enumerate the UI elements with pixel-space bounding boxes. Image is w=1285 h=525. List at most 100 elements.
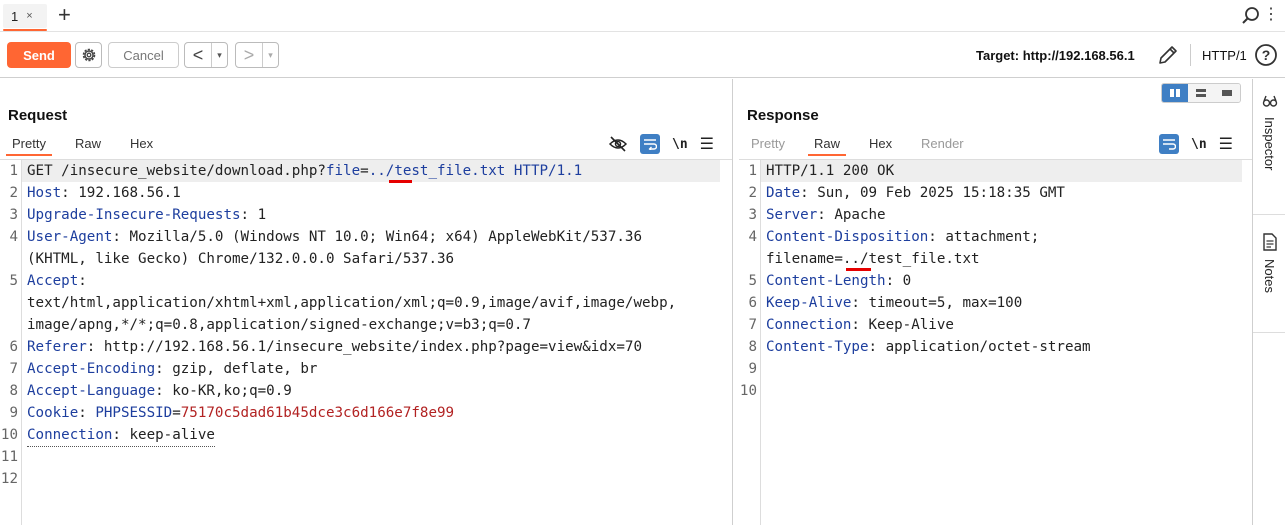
- header-value: : ko-KR,ko;q=0.9: [155, 383, 292, 399]
- tab-hex[interactable]: Hex: [869, 132, 892, 156]
- line-number: 2: [748, 185, 757, 201]
- response-editor[interactable]: 1 2 3 4 5 6 7 8 9 10 HTTP/1.1 200 OK Dat…: [739, 159, 1252, 525]
- header-key: Accept-Encoding: [27, 361, 156, 377]
- notes-tab[interactable]: Notes: [1253, 233, 1285, 293]
- line-number: 5: [748, 273, 757, 289]
- help-icon[interactable]: ?: [1254, 43, 1278, 67]
- tab-strip: 1 × + ⋮: [0, 0, 1285, 32]
- gear-icon: [82, 48, 95, 62]
- header-value: : Keep-Alive: [851, 317, 954, 333]
- header-value: : application/octet-stream: [868, 339, 1091, 355]
- header-value: : 0: [885, 273, 912, 289]
- line-number: 1: [9, 163, 18, 179]
- header-line: Connection: Keep-Alive: [766, 314, 954, 336]
- tab-close-icon[interactable]: ×: [26, 10, 32, 22]
- line-number: 9: [9, 405, 18, 421]
- line-number: 4: [9, 229, 18, 245]
- tab-raw[interactable]: Raw: [807, 132, 847, 156]
- wrap-icon: [1163, 139, 1176, 150]
- header-value: : Apache: [817, 207, 886, 223]
- inspector-rail: Inspector Notes: [1252, 79, 1285, 525]
- line-number: 8: [9, 383, 18, 399]
- header-key: Content-Disposition: [766, 229, 929, 245]
- inspector-tab[interactable]: Inspector: [1253, 93, 1285, 170]
- status-line: HTTP/1.1 200 OK: [766, 163, 895, 179]
- filename-traversal: ../: [842, 251, 869, 267]
- request-editor-tools: \n ☰: [596, 133, 714, 155]
- request-path: /insecure_website/download.php?: [61, 163, 326, 179]
- header-line: Cookie: PHPSESSID=75170c5dad61b45dce3c6d…: [27, 402, 454, 424]
- tab-hex[interactable]: Hex: [130, 132, 153, 156]
- tab-1[interactable]: 1 ×: [3, 4, 47, 31]
- line-number: 12: [0, 471, 18, 487]
- search-icon[interactable]: [1241, 6, 1261, 26]
- send-button[interactable]: Send: [7, 42, 71, 68]
- edit-target-pencil-icon[interactable]: [1156, 43, 1180, 67]
- header-line: Connection: keep-alive: [27, 424, 215, 447]
- header-line: Referer: http://192.168.56.1/insecure_we…: [27, 336, 642, 358]
- word-wrap-toggle[interactable]: [640, 134, 660, 154]
- rail-divider: [1253, 214, 1285, 215]
- word-wrap-toggle[interactable]: [1159, 134, 1179, 154]
- http-version-selector[interactable]: HTTP/1: [1202, 48, 1247, 63]
- rail-divider: [1253, 332, 1285, 333]
- response-pane: Response Pretty Raw Hex Render \n ☰ 1 2 …: [739, 79, 1252, 525]
- query-param-name: file: [325, 163, 361, 179]
- request-pane: Request Pretty Raw Hex \n ☰ 1 2 3 4 5 6 …: [0, 79, 733, 525]
- new-tab-button[interactable]: +: [58, 3, 71, 27]
- tab-render[interactable]: Render: [921, 132, 964, 156]
- tab-menu-icon[interactable]: ⋮: [1263, 4, 1279, 24]
- header-value: : timeout=5, max=100: [851, 295, 1023, 311]
- header-line: Accept-Language: ko-KR,ko;q=0.9: [27, 380, 292, 402]
- show-newlines-toggle[interactable]: \n: [672, 137, 688, 152]
- cookie-name: PHPSESSID: [95, 405, 173, 421]
- back-nav-group: < ▾: [184, 42, 228, 68]
- line-number: 7: [9, 361, 18, 377]
- line-number: 10: [0, 427, 18, 443]
- request-editor[interactable]: 1 2 3 4 5 6 7 8 9 10 11 12 GET /insecure…: [0, 159, 732, 525]
- header-value: : http://192.168.56.1/insecure_website/i…: [86, 339, 643, 355]
- header-key: Server: [766, 207, 818, 223]
- forward-button[interactable]: >: [236, 43, 262, 67]
- forward-dropdown-icon[interactable]: ▾: [262, 43, 278, 67]
- header-line-continuation: text/html,application/xhtml+xml,applicat…: [27, 295, 677, 311]
- hide-eye-icon[interactable]: [608, 135, 628, 153]
- request-menu-icon[interactable]: ☰: [700, 134, 714, 154]
- header-line-continuation: image/apng,*/*;q=0.8,application/signed-…: [27, 317, 531, 333]
- line-number: 9: [748, 361, 757, 377]
- tab-pretty[interactable]: Pretty: [751, 132, 785, 156]
- settings-button[interactable]: [75, 42, 102, 68]
- header-line: Accept:: [27, 270, 87, 292]
- filename-value: test_file.txt: [868, 251, 980, 267]
- header-key: Connection: [766, 317, 852, 333]
- tab-pretty[interactable]: Pretty: [6, 132, 52, 156]
- back-dropdown-icon[interactable]: ▾: [211, 43, 227, 67]
- header-value: : 1: [240, 207, 267, 223]
- tab-raw[interactable]: Raw: [75, 132, 101, 156]
- header-key: Accept-Language: [27, 383, 156, 399]
- svg-text:?: ?: [1262, 47, 1271, 63]
- line-number: 8: [748, 339, 757, 355]
- header-key: Content-Length: [766, 273, 886, 289]
- header-line: Content-Disposition: attachment;: [766, 226, 1039, 248]
- target-label: Target: http://192.168.56.1: [976, 48, 1135, 63]
- toolbar-divider: [1190, 44, 1191, 66]
- wrap-icon: [644, 139, 657, 150]
- header-key: Date: [766, 185, 801, 201]
- line-number: 6: [748, 295, 757, 311]
- header-key: Accept: [27, 273, 79, 289]
- inspector-label: Inspector: [1262, 117, 1277, 171]
- line-number: 3: [9, 207, 18, 223]
- header-value: :: [78, 273, 87, 289]
- response-menu-icon[interactable]: ☰: [1219, 134, 1233, 154]
- cancel-button[interactable]: Cancel: [108, 42, 179, 68]
- header-key: Host: [27, 185, 62, 201]
- header-line: Server: Apache: [766, 204, 886, 226]
- query-eq: =: [360, 163, 369, 179]
- back-button[interactable]: <: [185, 43, 211, 67]
- header-key: User-Agent: [27, 229, 113, 245]
- header-sep: :: [78, 405, 96, 421]
- request-title: Request: [8, 107, 68, 124]
- header-key: Referer: [27, 339, 87, 355]
- show-newlines-toggle[interactable]: \n: [1191, 137, 1207, 152]
